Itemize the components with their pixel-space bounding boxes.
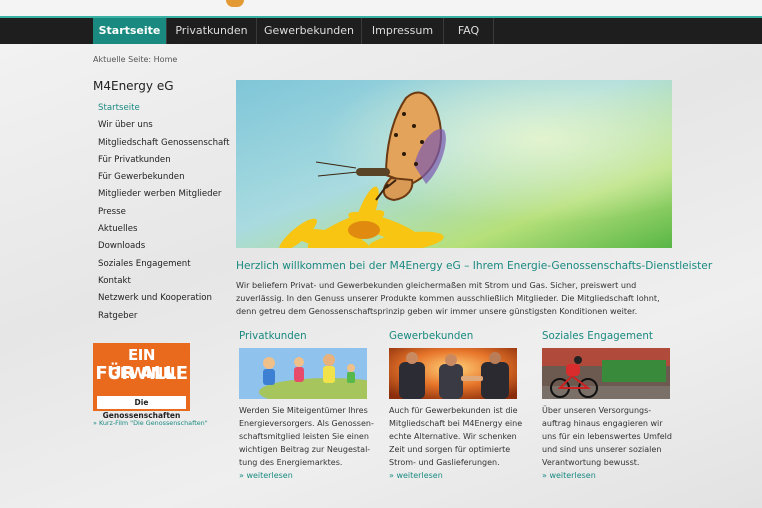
teaser-text: Auch für Gewerbekunden ist die Mitglieds… <box>389 406 523 467</box>
badge-line-2: FÜR ALLE <box>95 363 188 384</box>
nav-item-faq[interactable]: FAQ <box>444 18 494 44</box>
genossenschaft-badge[interactable]: EIN GEWINN FÜR ALLE Die Genossenschaften <box>93 343 190 420</box>
hero-image-butterfly <box>236 80 672 248</box>
sidebar-menu: Startseite Wir über uns Mitgliedschaft G… <box>98 103 230 328</box>
sidebar-item-presse[interactable]: Presse <box>98 207 230 224</box>
teaser-text: Werden Sie Miteigentümer Ihres Energieve… <box>239 406 374 467</box>
teaser-title[interactable]: Soziales Engagement <box>542 330 677 348</box>
teaser-image-handshake[interactable] <box>389 348 517 399</box>
teaser-privatkunden: Privatkunden Werden Sie Miteigentümer Ih… <box>239 330 374 480</box>
teaser-soziales-engagement: Soziales Engagement Über unseren Versorg… <box>542 330 677 480</box>
weiterlesen-link[interactable]: » weiterlesen <box>239 471 374 480</box>
sidebar-item-startseite[interactable]: Startseite <box>98 103 230 120</box>
teaser-text: Über unseren Versorgungs-auftrag hinaus … <box>542 406 672 467</box>
sidebar-item-privatkunden[interactable]: Für Privatkunden <box>98 155 230 172</box>
sidebar-title: M4Energy eG <box>93 79 174 93</box>
kurz-film-link[interactable]: » Kurz-Film "Die Genossenschaften" <box>93 419 208 427</box>
weiterlesen-link[interactable]: » weiterlesen <box>542 471 677 480</box>
teaser-image-family[interactable] <box>239 348 367 399</box>
sidebar-item-ratgeber[interactable]: Ratgeber <box>98 311 230 328</box>
sidebar-item-downloads[interactable]: Downloads <box>98 241 230 258</box>
breadcrumb: Aktuelle Seite: Home <box>93 55 178 64</box>
sidebar-item-mitglieder-werben[interactable]: Mitglieder werben Mitglieder <box>98 189 230 206</box>
main-nav: Startseite Privatkunden Gewerbekunden Im… <box>0 16 762 44</box>
sidebar-item-wir-ueber-uns[interactable]: Wir über uns <box>98 120 230 137</box>
teaser-title[interactable]: Gewerbekunden <box>389 330 524 348</box>
sidebar-item-aktuelles[interactable]: Aktuelles <box>98 224 230 241</box>
sidebar-item-gewerbekunden[interactable]: Für Gewerbekunden <box>98 172 230 189</box>
intro-text: Wir beliefern Privat- und Gewerbekunden … <box>236 280 660 316</box>
teaser-title[interactable]: Privatkunden <box>239 330 374 348</box>
top-strip <box>0 0 762 16</box>
nav-item-gewerbekunden[interactable]: Gewerbekunden <box>257 18 362 44</box>
sidebar-item-soziales-engagement[interactable]: Soziales Engagement <box>98 259 230 276</box>
badge-subtitle: Die Genossenschaften <box>97 396 186 420</box>
nav-item-privatkunden[interactable]: Privatkunden <box>167 18 257 44</box>
logo[interactable] <box>226 0 244 7</box>
weiterlesen-link[interactable]: » weiterlesen <box>389 471 524 480</box>
nav-item-startseite[interactable]: Startseite <box>93 18 167 44</box>
sidebar-item-netzwerk[interactable]: Netzwerk und Kooperation <box>98 293 230 310</box>
welcome-heading: Herzlich willkommen bei der M4Energy eG … <box>236 260 713 272</box>
nav-item-impressum[interactable]: Impressum <box>362 18 444 44</box>
teaser-image-cyclist[interactable] <box>542 348 670 399</box>
sidebar-item-kontakt[interactable]: Kontakt <box>98 276 230 293</box>
butterfly-illustration <box>236 80 672 248</box>
teaser-gewerbekunden: Gewerbekunden Auch für Gewerbekunden ist… <box>389 330 524 480</box>
sidebar-item-mitgliedschaft[interactable]: Mitgliedschaft Genossenschaft <box>98 138 230 155</box>
